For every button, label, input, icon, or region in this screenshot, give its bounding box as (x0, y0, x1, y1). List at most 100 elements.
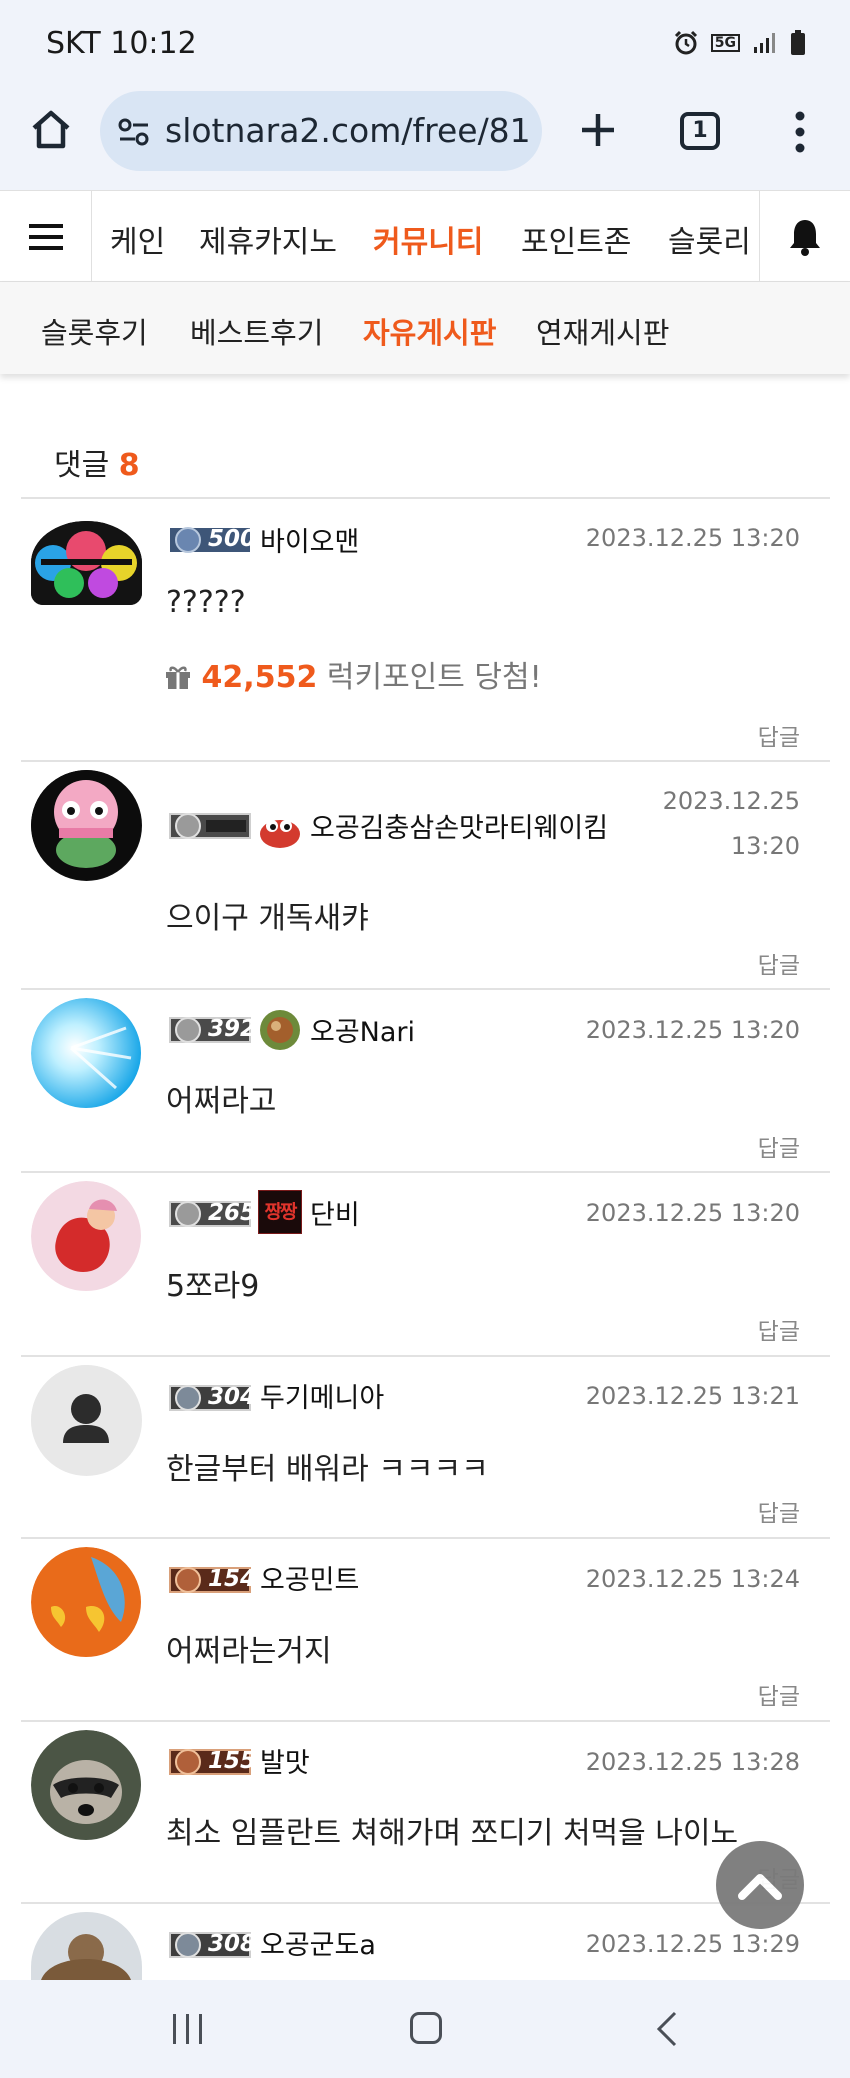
comment-date: 2023.12.25 13:21 (585, 1382, 800, 1410)
nav-item-kane[interactable]: 케인 (110, 217, 165, 261)
avatar[interactable] (31, 1912, 142, 1980)
network-5g-icon: 5G (710, 34, 740, 52)
address-bar[interactable]: slotnara2.com/free/81 (100, 91, 542, 171)
status-time: SKT 10:12 (46, 26, 197, 61)
avatar[interactable] (31, 770, 142, 881)
level-badge: 155 (168, 1746, 256, 1778)
divider (21, 497, 830, 499)
divider (21, 1171, 830, 1173)
level-number: 500 (208, 526, 257, 552)
divider (21, 1537, 830, 1539)
comments-header: 댓글 8 (54, 440, 140, 484)
gift-icon (166, 666, 190, 689)
nickname[interactable]: 오공Nari (310, 1010, 415, 1049)
reply-button[interactable]: 답글 (758, 1677, 800, 1711)
comment-date: 2023.12.25 13:29 (585, 1930, 800, 1958)
nickname[interactable]: 발맛 (260, 1741, 310, 1780)
comment-text: 어쩌라는거지 (166, 1634, 332, 1669)
reply-button[interactable]: 답글 (758, 718, 800, 752)
reply-button[interactable]: 답글 (758, 1494, 800, 1528)
user-badge-icon (258, 808, 302, 852)
level-badge: 308 (168, 1929, 256, 1961)
comment-date: 2023.12.25 13:20 (585, 1016, 800, 1044)
nickname[interactable]: 오공민트 (260, 1558, 359, 1597)
level-number: 155 (208, 1748, 257, 1774)
subnav-best-review[interactable]: 베스트후기 (190, 310, 323, 352)
divider (21, 1720, 830, 1722)
reply-button[interactable]: 답글 (758, 1129, 800, 1163)
nickname[interactable]: 오공김충삼손맛라티웨이킴 (310, 806, 608, 845)
site-settings-icon[interactable] (116, 114, 152, 154)
comment-text: 5쪼라9 (166, 1269, 260, 1304)
nickname[interactable]: 단비 (310, 1193, 360, 1232)
user-badge-icon (258, 1008, 302, 1052)
level-badge: 392 (168, 1014, 256, 1046)
comment-text: 으이구 개독새캬 (166, 901, 369, 936)
divider (21, 988, 830, 990)
browser-toolbar: slotnara2.com/free/81 1 (0, 88, 850, 190)
comment-date: 2023.12.25 13:20 (585, 1199, 800, 1227)
divider (21, 1902, 830, 1904)
user-icon (31, 1365, 141, 1475)
avatar[interactable] (31, 521, 142, 605)
sub-nav: 슬롯후기 베스트후기 자유게시판 연재게시판 (0, 282, 850, 374)
comments-label: 댓글 (54, 448, 110, 483)
status-bar: SKT 10:12 5G (0, 0, 850, 88)
comments-count: 8 (118, 448, 140, 483)
nav-item-slot[interactable]: 슬롯리 (668, 217, 751, 261)
reply-button[interactable]: 답글 (758, 1312, 800, 1346)
nav-item-partner-casino[interactable]: 제휴카지노 (199, 217, 337, 261)
divider (21, 1355, 830, 1357)
nickname[interactable]: 두기메니아 (260, 1376, 384, 1415)
notifications-button[interactable] (759, 191, 850, 282)
nickname[interactable]: 바이오맨 (260, 520, 359, 559)
divider (21, 760, 830, 762)
menu-button[interactable] (0, 191, 92, 282)
comment-time: 13:20 (730, 832, 800, 860)
plus-icon (582, 114, 614, 146)
new-tab-button[interactable] (578, 110, 618, 154)
signal-icon (754, 33, 775, 53)
level-number: 308 (208, 1931, 257, 1957)
lucky-text: 럭키포인트 당첨! (326, 660, 542, 695)
home-icon (32, 110, 70, 149)
avatar[interactable] (31, 998, 142, 1109)
comment-text: 한글부터 배워라 ㅋㅋㅋㅋ (166, 1452, 489, 1487)
comment-text: ????? (166, 585, 246, 620)
hamburger-icon (28, 223, 63, 250)
nickname[interactable]: 오공군도a (260, 1923, 376, 1962)
comment-date: 2023.12.25 (662, 787, 800, 815)
tab-switcher-button[interactable]: 1 (680, 112, 720, 150)
level-badge (168, 810, 252, 842)
level-badge: 265 (168, 1198, 256, 1230)
system-back-button[interactable] (655, 2010, 679, 2052)
home-button[interactable] (28, 106, 74, 156)
subnav-slot-review[interactable]: 슬롯후기 (41, 310, 148, 352)
lucky-points: 42,552 (201, 660, 318, 695)
avatar[interactable] (31, 1181, 142, 1292)
system-nav-bar (0, 1980, 850, 2078)
nav-item-point-zone[interactable]: 포인트존 (521, 217, 631, 261)
comment-date: 2023.12.25 13:28 (585, 1748, 800, 1776)
battery-icon (791, 30, 805, 55)
scroll-top-button[interactable] (716, 1841, 804, 1929)
subnav-serial-board[interactable]: 연재게시판 (536, 310, 669, 352)
nav-item-community[interactable]: 커뮤니티 (373, 217, 483, 261)
avatar[interactable] (31, 1365, 142, 1476)
comment-date: 2023.12.25 13:20 (585, 524, 800, 552)
subnav-free-board[interactable]: 자유게시판 (363, 310, 496, 352)
level-number: 154 (208, 1566, 257, 1592)
recent-apps-button[interactable] (170, 2012, 206, 2050)
level-badge: 304 (168, 1382, 256, 1414)
level-number: 304 (208, 1384, 257, 1410)
reply-button[interactable]: 답글 (758, 946, 800, 980)
level-number: 392 (208, 1016, 257, 1042)
alarm-icon (674, 30, 697, 55)
nav-items: 케인 제휴카지노 커뮤니티 포인트존 슬롯리 (92, 191, 759, 282)
avatar[interactable] (31, 1547, 142, 1658)
avatar[interactable] (31, 1730, 142, 1841)
more-menu-button[interactable] (790, 110, 810, 158)
system-home-button[interactable] (410, 2012, 442, 2044)
comment-date: 2023.12.25 13:24 (585, 1565, 800, 1593)
chevron-up-icon (738, 1874, 782, 1900)
